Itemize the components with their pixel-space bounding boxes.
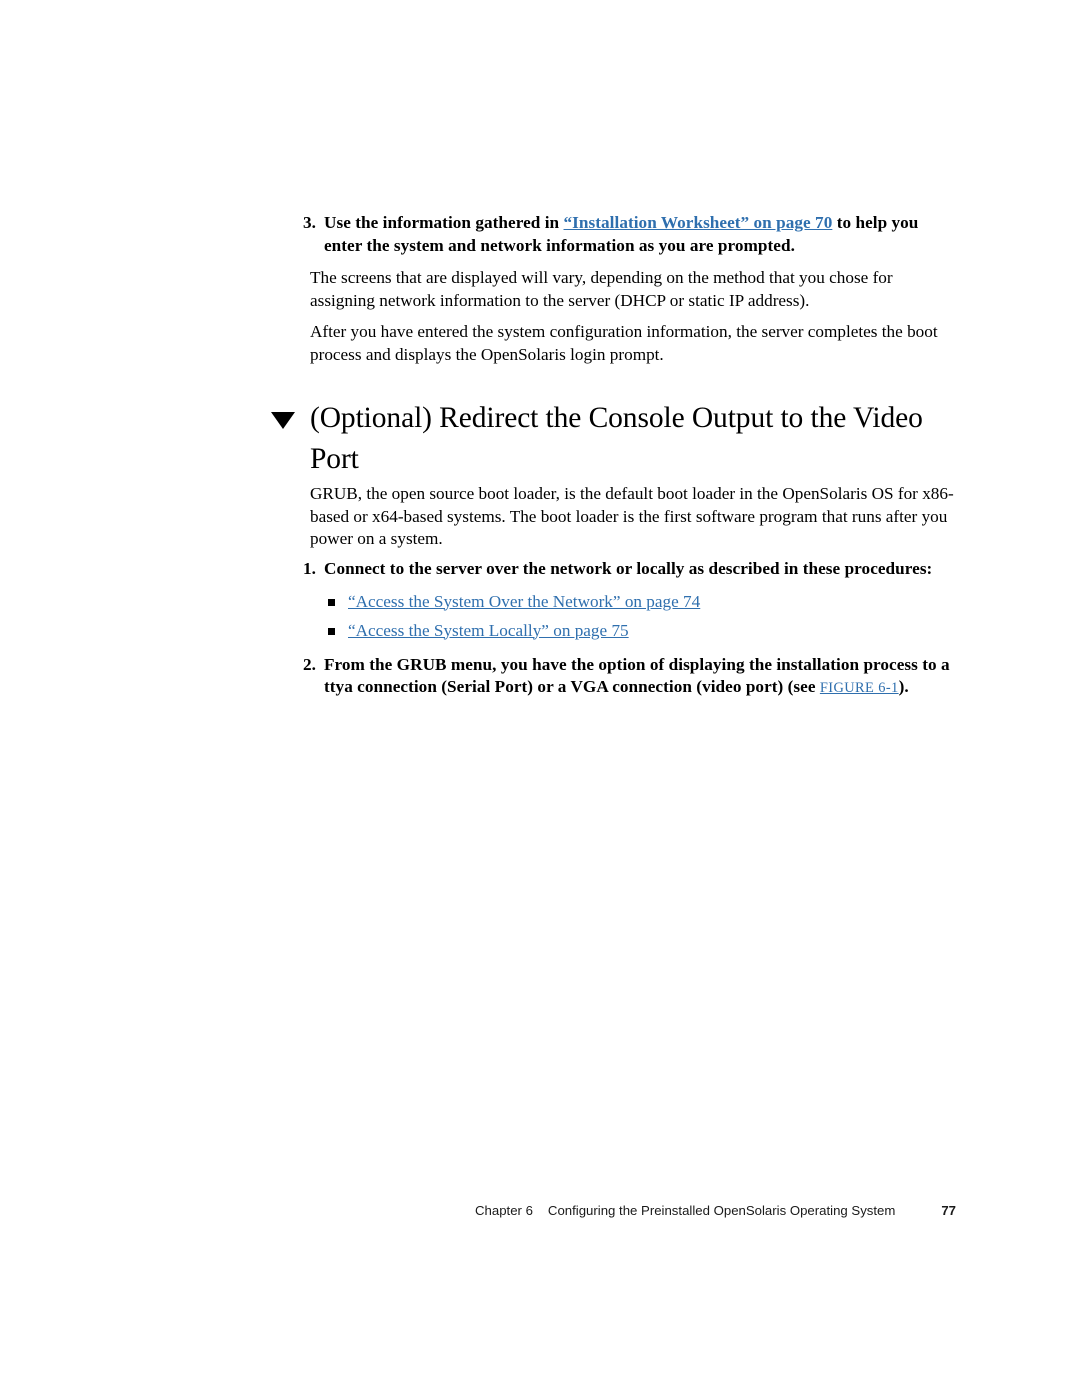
footer-page-number: 77 [941, 1203, 956, 1218]
section-heading-text: (Optional) Redirect the Console Output t… [310, 402, 923, 475]
access-system-locally-link[interactable]: “Access the System Locally” on page 75 [348, 621, 629, 640]
installation-worksheet-link[interactable]: “Installation Worksheet” on page 70 [564, 213, 833, 232]
access-system-over-network-link[interactable]: “Access the System Over the Network” on … [348, 592, 700, 611]
step-3-paragraph-1: The screens that are displayed will vary… [310, 268, 893, 310]
procedure-step-2-text-after: ). [898, 677, 909, 697]
procedure-step-1-number: 1. [303, 559, 316, 578]
footer-title: Configuring the Preinstalled OpenSolaris… [547, 1203, 896, 1218]
procedure-step-1: 1. Connect to the server over the network… [303, 558, 963, 581]
bullet-square-icon [328, 627, 335, 635]
section-heading: (Optional) Redirect the Console Output t… [270, 398, 960, 480]
step-3-paragraph-2: After you have entered the system config… [310, 322, 938, 364]
document-page: 3. Use the information gathered in “Insta… [0, 0, 1080, 1397]
procedure-block: 1. Connect to the server over the network… [303, 558, 963, 710]
bullet-square-icon [328, 598, 335, 606]
step-3-text-before: Use the information gathered in [324, 213, 564, 232]
footer-chapter: Chapter 6 [475, 1203, 533, 1218]
list-item: “Access the System Locally” on page 75 [303, 620, 963, 642]
cross-reference-list: “Access the System Over the Network” on … [303, 591, 963, 642]
procedure-step-2: 2. From the GRUB menu, you have the optio… [303, 654, 963, 700]
step-3: 3. Use the information gathered in “Insta… [303, 212, 958, 257]
step-3-block: 3. Use the information gathered in “Insta… [303, 212, 958, 376]
figure-6-1-link[interactable]: FIGURE 6-1 [820, 680, 899, 696]
procedure-step-1-text: Connect to the server over the network o… [324, 559, 933, 578]
triangle-down-icon [271, 412, 295, 429]
procedure-step-2-number: 2. [303, 654, 316, 674]
section-lead-paragraph: GRUB, the open source boot loader, is th… [310, 484, 954, 549]
step-3-number: 3. [303, 213, 316, 232]
list-item: “Access the System Over the Network” on … [303, 591, 963, 613]
